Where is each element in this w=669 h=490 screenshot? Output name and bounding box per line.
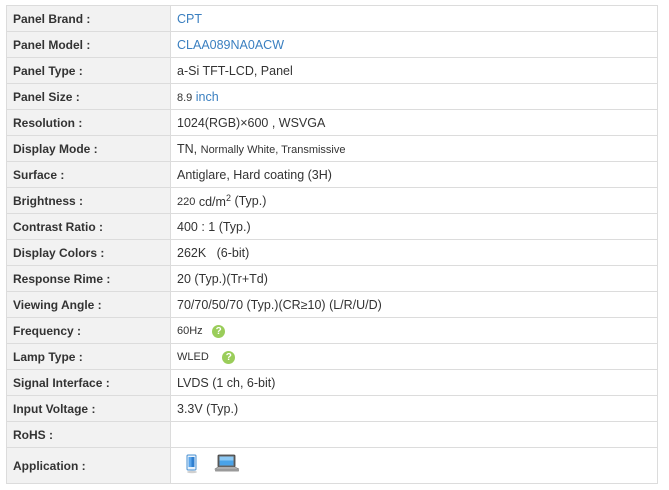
panel-brand-link[interactable]: CPT <box>177 12 202 26</box>
row-value-rohs <box>170 421 658 448</box>
frequency-value: 60Hz <box>177 325 203 338</box>
tablet-icon[interactable] <box>185 454 199 477</box>
table-row: Signal Interface : LVDS (1 ch, 6-bit) <box>6 369 658 396</box>
row-value-resolution: 1024(RGB)×600 , WSVGA <box>170 109 658 136</box>
row-value-lamp-type: WLED ? <box>170 343 658 370</box>
row-value-panel-brand: CPT <box>170 5 658 32</box>
row-label-frequency: Frequency : <box>6 317 171 344</box>
brightness-number: 220 <box>177 196 196 209</box>
panel-model-link[interactable]: CLAA089NA0ACW <box>177 38 284 52</box>
row-value-response-time: 20 (Typ.)(Tr+Td) <box>170 265 658 292</box>
row-value-application <box>170 447 658 484</box>
row-label-contrast-ratio: Contrast Ratio : <box>6 213 171 240</box>
table-row: RoHS : <box>6 421 658 448</box>
table-row: Response Rime : 20 (Typ.)(Tr+Td) <box>6 265 658 292</box>
table-row: Resolution : 1024(RGB)×600 , WSVGA <box>6 109 658 136</box>
row-label-response-time: Response Rime : <box>6 265 171 292</box>
table-row: Display Mode : TN, Normally White, Trans… <box>6 135 658 162</box>
table-row: Brightness : 220 cd/m2 (Typ.) <box>6 187 658 214</box>
help-icon[interactable]: ? <box>212 324 226 338</box>
panel-size-number: 8.9 <box>177 91 193 104</box>
row-value-input-voltage: 3.3V (Typ.) <box>170 395 658 422</box>
row-label-resolution: Resolution : <box>6 109 171 136</box>
row-value-panel-size: 8.9 inch <box>170 83 658 110</box>
row-value-surface: Antiglare, Hard coating (3H) <box>170 161 658 188</box>
table-row: Display Colors : 262K (6-bit) <box>6 239 658 266</box>
row-label-panel-brand: Panel Brand : <box>6 5 171 32</box>
table-row: Panel Model : CLAA089NA0ACW <box>6 31 658 58</box>
row-label-application: Application : <box>6 447 171 484</box>
row-label-viewing-angle: Viewing Angle : <box>6 291 171 318</box>
row-label-surface: Surface : <box>6 161 171 188</box>
row-label-panel-model: Panel Model : <box>6 31 171 58</box>
spec-table: Panel Brand : CPT Panel Model : CLAA089N… <box>6 5 658 484</box>
lamp-type-value: WLED <box>177 351 209 364</box>
row-label-panel-type: Panel Type : <box>6 57 171 84</box>
table-row: Input Voltage : 3.3V (Typ.) <box>6 395 658 422</box>
brightness-unit-exponent: 2 <box>225 192 231 203</box>
table-row: Frequency : 60Hz ? <box>6 317 658 344</box>
table-row: Surface : Antiglare, Hard coating (3H) <box>6 161 658 188</box>
table-row: Application : <box>6 447 658 484</box>
help-icon[interactable]: ? <box>222 350 236 364</box>
row-value-frequency: 60Hz ? <box>170 317 658 344</box>
row-value-display-colors: 262K (6-bit) <box>170 239 658 266</box>
row-label-display-colors: Display Colors : <box>6 239 171 266</box>
row-value-brightness: 220 cd/m2 (Typ.) <box>170 187 658 214</box>
display-mode-main: TN, <box>177 141 198 156</box>
row-label-brightness: Brightness : <box>6 187 171 214</box>
row-value-contrast-ratio: 400 : 1 (Typ.) <box>170 213 658 240</box>
row-label-panel-size: Panel Size : <box>6 83 171 110</box>
row-value-display-mode: TN, Normally White, Transmissive <box>170 135 658 162</box>
laptop-icon[interactable] <box>214 454 240 477</box>
brightness-unit-base: cd/m <box>198 194 226 209</box>
row-label-lamp-type: Lamp Type : <box>6 343 171 370</box>
brightness-typ: (Typ.) <box>234 194 267 209</box>
row-label-input-voltage: Input Voltage : <box>6 395 171 422</box>
table-row: Lamp Type : WLED ? <box>6 343 658 370</box>
table-row: Panel Type : a-Si TFT-LCD, Panel <box>6 57 658 84</box>
table-row: Panel Size : 8.9 inch <box>6 83 658 110</box>
brightness-unit: cd/m2 <box>198 192 231 209</box>
table-row: Viewing Angle : 70/70/50/70 (Typ.)(CR≥10… <box>6 291 658 318</box>
row-value-signal-interface: LVDS (1 ch, 6-bit) <box>170 369 658 396</box>
row-value-panel-model: CLAA089NA0ACW <box>170 31 658 58</box>
row-value-panel-type: a-Si TFT-LCD, Panel <box>170 57 658 84</box>
display-mode-detail: Normally White, Transmissive <box>200 143 346 156</box>
row-label-signal-interface: Signal Interface : <box>6 369 171 396</box>
table-row: Panel Brand : CPT <box>6 5 658 32</box>
panel-size-unit-link[interactable]: inch <box>196 90 219 104</box>
table-row: Contrast Ratio : 400 : 1 (Typ.) <box>6 213 658 240</box>
row-label-rohs: RoHS : <box>6 421 171 448</box>
row-label-display-mode: Display Mode : <box>6 135 171 162</box>
row-value-viewing-angle: 70/70/50/70 (Typ.)(CR≥10) (L/R/U/D) <box>170 291 658 318</box>
